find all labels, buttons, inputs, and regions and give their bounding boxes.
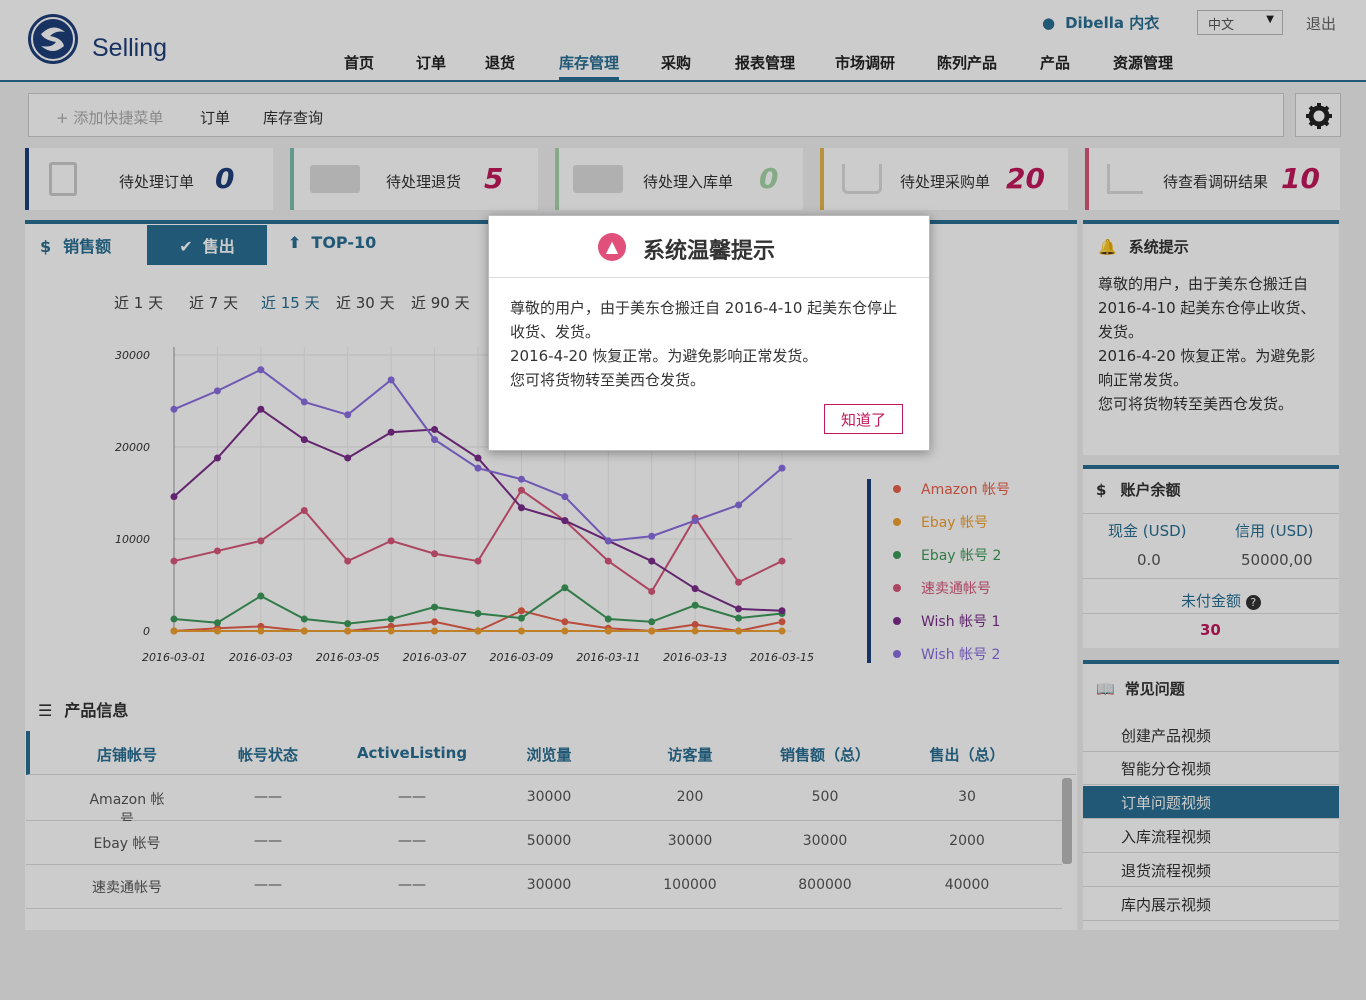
modal-overlay[interactable] (0, 0, 1366, 1000)
modal-line: 尊敬的用户，由于美东仓搬迁自 2016-4-10 起美东仓停止 (510, 299, 898, 317)
acknowledge-button[interactable]: 知道了 (824, 404, 903, 434)
modal-body: 尊敬的用户，由于美东仓搬迁自 2016-4-10 起美东仓停止 收货、发货。 2… (510, 296, 910, 392)
modal-title: 系统温馨提示 (643, 239, 776, 264)
system-notice-modal: ▲ 系统温馨提示 尊敬的用户，由于美东仓搬迁自 2016-4-10 起美东仓停止… (488, 215, 930, 451)
bell-icon: ▲ (598, 233, 626, 261)
modal-line: 您可将货物转至美西仓发货。 (510, 371, 706, 389)
modal-line: 2016-4-20 恢复正常。为避免影响正常发货。 (510, 347, 818, 365)
modal-header: ▲ 系统温馨提示 (489, 216, 929, 278)
modal-line: 收货、发货。 (510, 323, 601, 341)
